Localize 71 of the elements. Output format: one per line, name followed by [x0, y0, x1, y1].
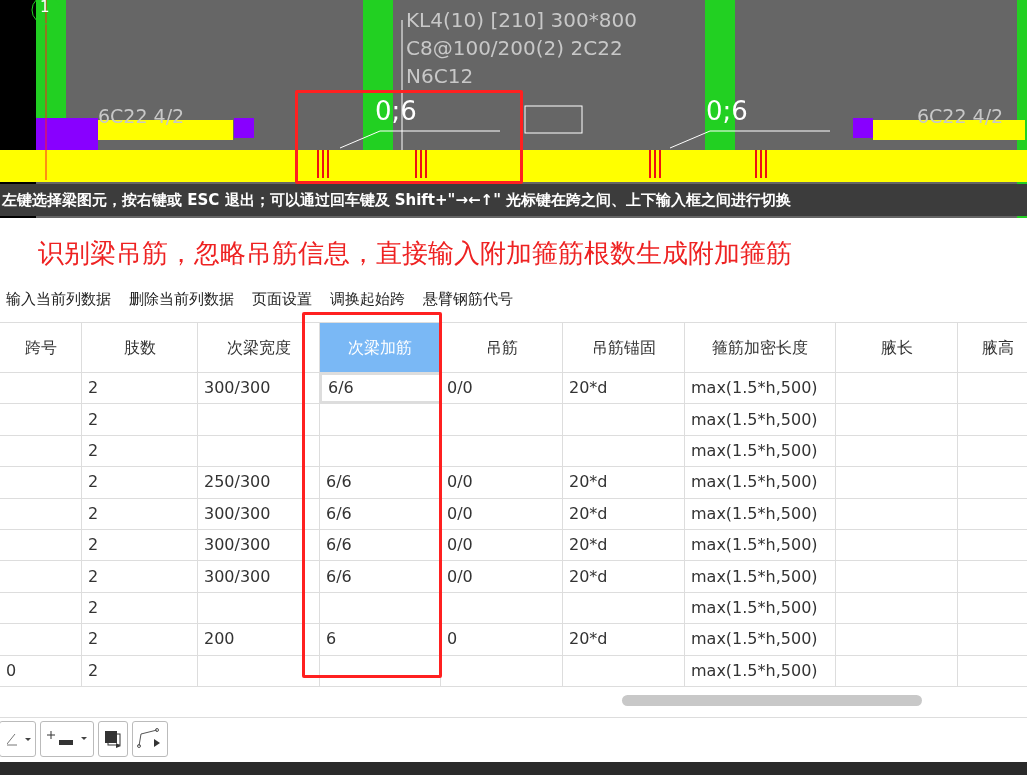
- table-cell-text: max(1.5*h,500): [691, 408, 818, 431]
- table-cell-text: 2: [88, 471, 99, 494]
- stirrup-mark: [415, 149, 427, 179]
- table-cell-text: 20*d: [569, 628, 608, 651]
- polyline-button[interactable]: [132, 721, 168, 758]
- table-cell-text: 0: [447, 628, 458, 651]
- table-cell-text: 20*d: [569, 534, 608, 557]
- table-cell-text: 250/300: [204, 471, 271, 494]
- copy-icon: [103, 729, 123, 750]
- beam-label: C8@100/200(2) 2C22: [406, 35, 623, 62]
- input-frame: [524, 105, 583, 134]
- table-cell-text: max(1.5*h,500): [691, 534, 818, 557]
- support-block: [853, 118, 873, 138]
- table-cell-text: 0/0: [447, 377, 473, 400]
- table-cell-text: 0: [6, 659, 17, 682]
- table-cell-text: max(1.5*h,500): [691, 439, 818, 462]
- table-cell-text: 0/0: [447, 534, 473, 557]
- table-cell-text: max(1.5*h,500): [691, 596, 818, 619]
- table-cell-text: 2: [88, 534, 99, 557]
- cell-editor[interactable]: 6/6: [320, 373, 441, 404]
- table-cell-text: 2: [88, 502, 99, 525]
- table-cell-text: 6/6: [326, 565, 352, 588]
- table-cell-text: 0/0: [447, 565, 473, 588]
- beam-label: KL4(10) [210] 300*800: [406, 7, 637, 34]
- toolbar-button[interactable]: 调换起始跨: [330, 287, 405, 311]
- axis-label: 1: [40, 0, 50, 15]
- table-cell-text: 300/300: [204, 377, 271, 400]
- table-cell-text: 2: [88, 659, 99, 682]
- beam-label: N6C12: [406, 63, 474, 90]
- table-cell-text: 300/300: [204, 502, 271, 525]
- table-cell-text: 20*d: [569, 377, 608, 400]
- table-cell-text: 20*d: [569, 502, 608, 525]
- caption-text: 识别梁吊筋，忽略吊筋信息，直接输入附加箍筋根数生成附加箍筋: [38, 236, 792, 270]
- table-cell-text: 200: [204, 628, 235, 651]
- table-cell-text: 2: [88, 439, 99, 462]
- table-cell-text: 20*d: [569, 471, 608, 494]
- status-text: 左键选择梁图元，按右键或 ESC 退出；可以通过回车键及 Shift+"→←↑" 光标键在跨之间、上下输入框之间进行切换: [1, 189, 792, 211]
- table-cell-text: 2: [88, 408, 99, 431]
- table-cell-text: max(1.5*h,500): [691, 565, 818, 588]
- toolbar-button[interactable]: 悬臂钢筋代号: [423, 287, 513, 311]
- toolbar-button[interactable]: 页面设置: [252, 287, 312, 311]
- table-cell-text: max(1.5*h,500): [691, 471, 818, 494]
- table-cell-text: 20*d: [569, 565, 608, 588]
- table-cell-text: 2: [88, 377, 99, 400]
- support-block: [234, 118, 254, 138]
- copy-button[interactable]: [98, 721, 128, 758]
- add-dropdown-button[interactable]: [40, 721, 94, 758]
- table-cell-text: max(1.5*h,500): [691, 377, 818, 400]
- table-cell-text: 6/6: [326, 534, 352, 557]
- line-caret-icon: [7, 732, 33, 747]
- table-cell-text: 6/6: [326, 502, 352, 525]
- toolbar-button[interactable]: 输入当前列数据: [6, 287, 111, 311]
- toolbar-button[interactable]: 删除当前列数据: [129, 287, 234, 311]
- stirrup-mark: [317, 149, 329, 179]
- table-cell-text: 0/0: [447, 502, 473, 525]
- table-cell-text: max(1.5*h,500): [691, 659, 818, 682]
- scrollbar[interactable]: [622, 694, 922, 706]
- table-cell-text: max(1.5*h,500): [691, 502, 818, 525]
- table-cell-text: 0/0: [447, 471, 473, 494]
- table-cell-text: 6: [326, 628, 337, 651]
- table-cell-text: 300/300: [204, 565, 271, 588]
- span-input-text: 0;6: [706, 95, 748, 128]
- table-cell-text: 6/6: [326, 471, 352, 494]
- stirrup-mark: [649, 149, 661, 179]
- table-cell-text: 2: [88, 565, 99, 588]
- table-cell-text: max(1.5*h,500): [691, 628, 818, 651]
- table-cell-text: 300/300: [204, 534, 271, 557]
- support-block: [36, 118, 98, 150]
- table-cell-text: 2: [88, 596, 99, 619]
- stirrup-mark: [755, 149, 767, 179]
- table-cell-text: 2: [88, 628, 99, 651]
